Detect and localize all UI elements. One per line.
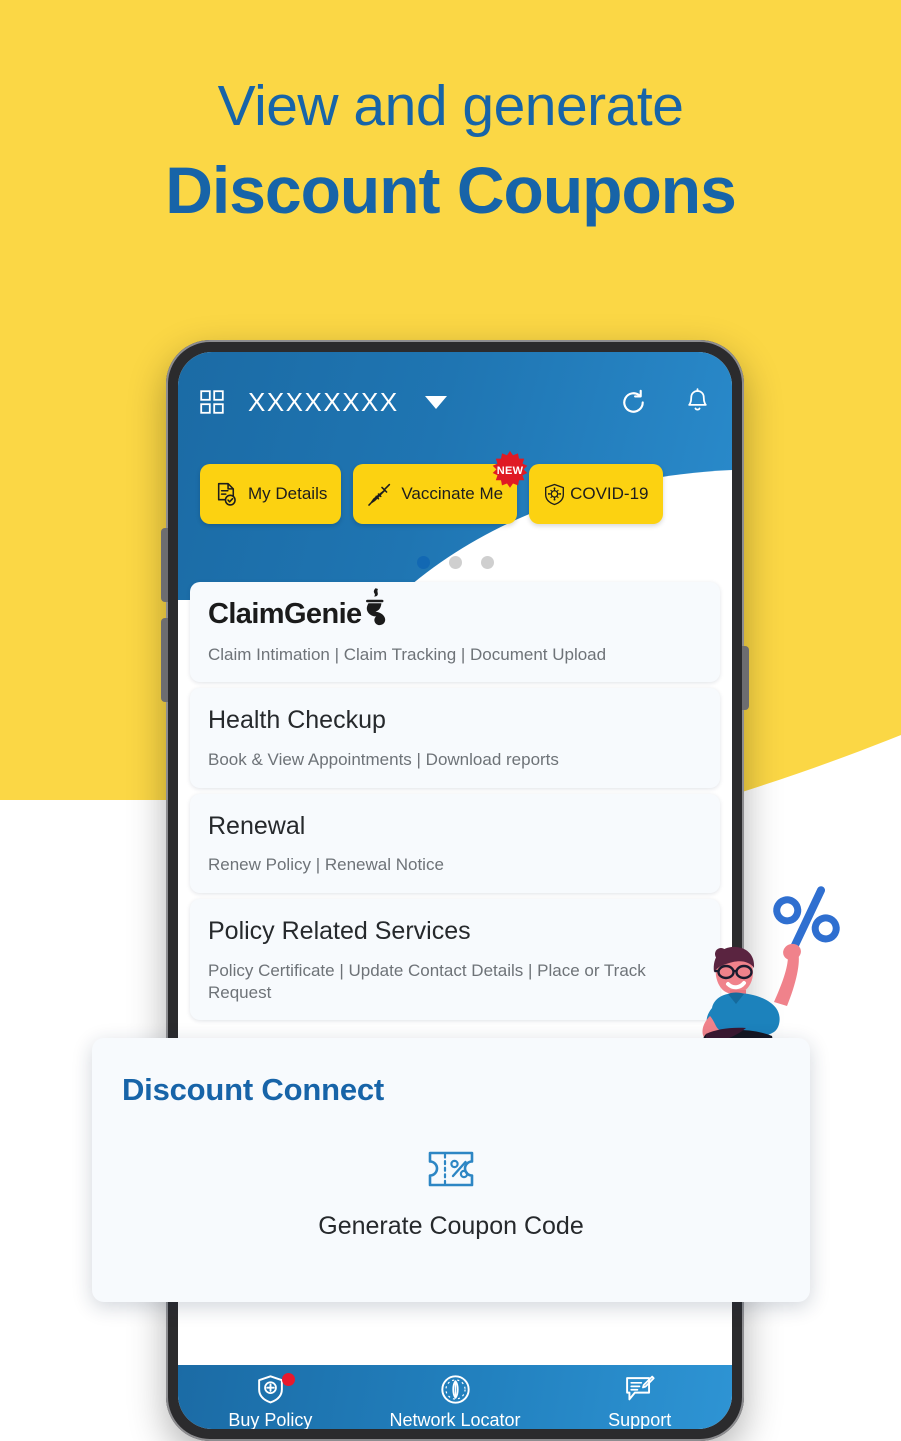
bell-icon[interactable] [685, 388, 710, 416]
shield-virus-icon [543, 483, 566, 506]
document-check-icon [214, 482, 239, 507]
nav-label: Support [608, 1410, 672, 1429]
carousel-dots [178, 556, 732, 569]
generate-coupon-code-label: Generate Coupon Code [318, 1212, 584, 1240]
service-card-subtitle: Policy Certificate | Update Contact Deta… [208, 960, 646, 1002]
new-badge-label: NEW [496, 465, 524, 477]
nav-label: Buy Policy [228, 1410, 313, 1429]
refresh-icon[interactable] [620, 389, 647, 416]
service-card-policy-related-services[interactable]: Policy Related Services Policy Certifica… [190, 898, 720, 1021]
chevron-down-icon[interactable] [424, 395, 447, 409]
service-card-title: Health Checkup [208, 706, 386, 735]
generate-coupon-action[interactable]: Generate Coupon Code [122, 1148, 780, 1241]
discount-connect-title: Discount Connect [122, 1072, 385, 1107]
genie-lamp-icon [354, 586, 396, 630]
claimgenie-wordmark: ClaimGenie [208, 598, 362, 630]
bottom-navigation: Buy Policy Network Locator Support [178, 1365, 732, 1429]
chip-covid-19[interactable]: COVID-19 [529, 464, 663, 524]
service-card-claimgenie[interactable]: ClaimGenie Claim Intimation | Claim Trac… [190, 582, 720, 683]
service-card-subtitle: Book & View Appointments | Download repo… [208, 750, 559, 770]
power-button[interactable] [742, 646, 749, 710]
chip-label: Vaccinate Me [401, 484, 504, 503]
carousel-dot-2[interactable] [448, 556, 462, 569]
nav-item-support[interactable]: Support [547, 1374, 732, 1429]
service-card-list: ClaimGenie Claim Intimation | Claim Trac… [178, 582, 732, 1021]
chip-vaccinate-me[interactable]: Vaccinate Me NEW [353, 451, 528, 524]
volume-up-button[interactable] [161, 528, 168, 602]
nav-item-buy-policy[interactable]: Buy Policy [178, 1373, 363, 1429]
syringe-icon [367, 482, 392, 507]
discount-connect-card[interactable]: Discount Connect Generate Coupon Code [92, 1038, 810, 1302]
quick-action-chips: My Details Vaccinate Me NEW COVID-19 [178, 451, 732, 524]
notification-dot [282, 1373, 296, 1386]
grid-menu-icon[interactable] [200, 390, 224, 414]
service-card-subtitle: Renew Policy | Renewal Notice [208, 855, 444, 875]
chip-label: COVID-19 [570, 484, 649, 503]
service-card-renewal[interactable]: Renewal Renew Policy | Renewal Notice [190, 793, 720, 893]
service-card-title: Policy Related Services [208, 916, 471, 945]
chat-edit-icon [624, 1374, 655, 1405]
service-card-title: Renewal [208, 811, 306, 840]
chip-label: My Details [248, 484, 328, 503]
carousel-dot-1[interactable] [416, 556, 430, 569]
coupon-percent-icon [426, 1148, 476, 1190]
app-bar-title[interactable]: XXXXXXXX [248, 387, 399, 418]
shield-plus-icon [255, 1374, 286, 1405]
service-card-health-checkup[interactable]: Health Checkup Book & View Appointments … [190, 688, 720, 788]
new-badge: NEW [489, 450, 531, 492]
app-bar: XXXXXXXX [178, 376, 732, 428]
percent-symbol [773, 886, 840, 955]
claimgenie-logo: ClaimGenie [208, 588, 702, 630]
volume-down-button[interactable] [161, 618, 168, 702]
carousel-dot-3[interactable] [480, 556, 494, 569]
chip-my-details[interactable]: My Details [200, 464, 342, 524]
page-headline: View and generate Discount Coupons [0, 74, 901, 227]
nav-item-network-locator[interactable]: Network Locator [363, 1374, 548, 1429]
service-card-subtitle: Claim Intimation | Claim Tracking | Docu… [208, 645, 607, 664]
compass-icon [440, 1374, 471, 1405]
nav-label: Network Locator [389, 1410, 521, 1429]
headline-line-1: View and generate [217, 74, 684, 138]
headline-line-2: Discount Coupons [165, 153, 737, 227]
app-header: XXXXXXXX My Details Vaccinate Me NEW COV… [178, 352, 732, 600]
